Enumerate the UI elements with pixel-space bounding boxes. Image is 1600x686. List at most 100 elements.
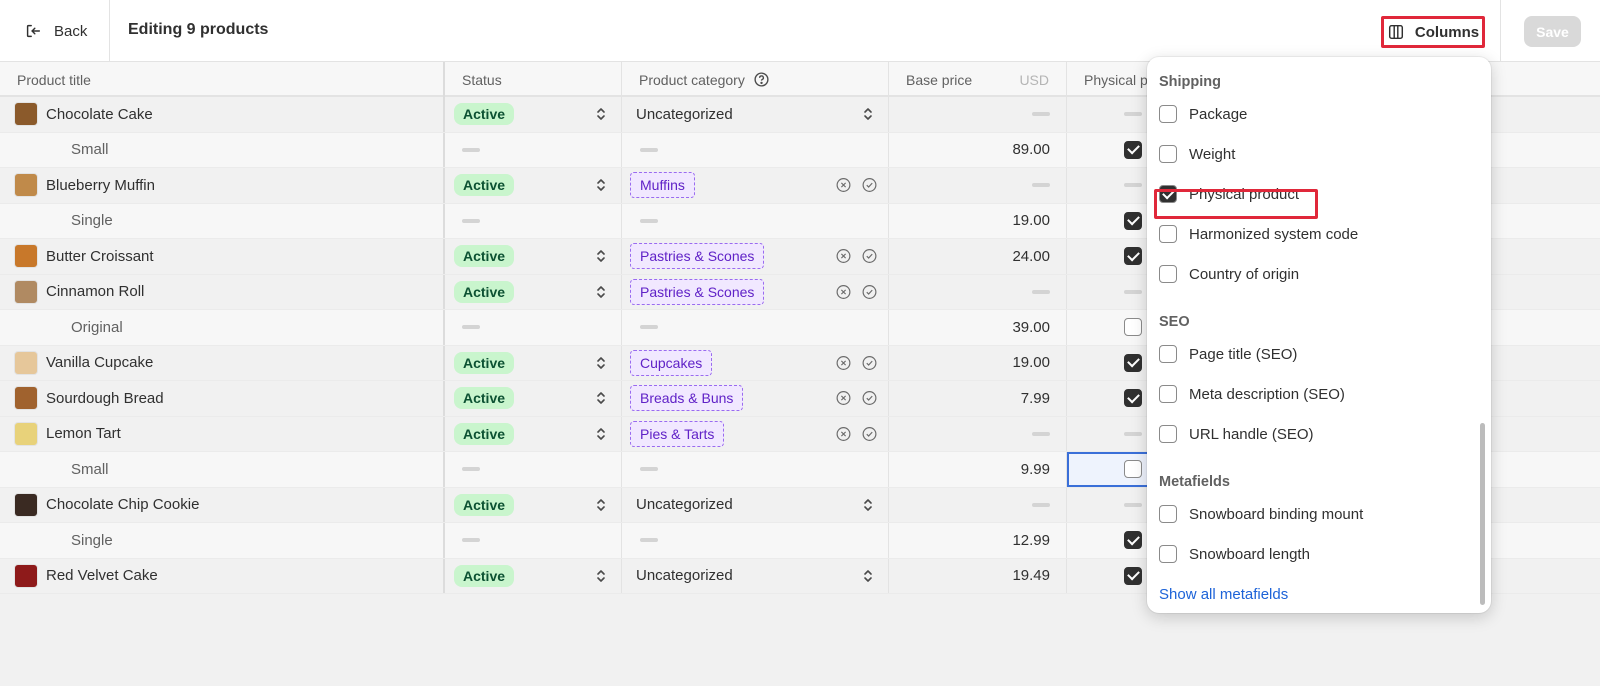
category-cell[interactable]: Muffins [622, 168, 889, 203]
base-price-cell[interactable]: 89.00 [889, 132, 1067, 167]
base-price-cell[interactable] [889, 97, 1067, 132]
column-checkbox[interactable] [1159, 505, 1177, 523]
physical-product-checkbox[interactable] [1124, 531, 1142, 550]
help-icon[interactable] [753, 71, 770, 88]
column-checkbox[interactable] [1159, 545, 1177, 563]
status-cell[interactable] [445, 310, 622, 345]
physical-product-checkbox[interactable] [1124, 211, 1142, 230]
product-title-cell[interactable]: Original [0, 310, 445, 345]
product-title-cell[interactable]: Chocolate Cake [0, 97, 445, 132]
category-cell[interactable]: Pies & Tarts [622, 416, 889, 451]
base-price-cell[interactable]: 9.99 [889, 452, 1067, 487]
popover-scrollbar[interactable] [1480, 423, 1485, 605]
category-cell[interactable]: Pastries & Scones [622, 239, 889, 274]
header-base-price[interactable]: Base price USD [889, 62, 1067, 97]
product-title-cell[interactable]: Vanilla Cupcake [0, 345, 445, 380]
product-title-cell[interactable]: Butter Croissant [0, 239, 445, 274]
clear-suggestion-icon[interactable] [835, 248, 852, 265]
physical-product-checkbox[interactable] [1124, 566, 1142, 585]
status-cell[interactable]: Active [445, 97, 622, 132]
product-title-cell[interactable]: Sourdough Bread [0, 381, 445, 416]
product-title-cell[interactable]: Small [0, 452, 445, 487]
product-title-cell[interactable]: Single [0, 203, 445, 238]
status-cell[interactable] [445, 523, 622, 558]
columns-button[interactable]: Columns [1381, 16, 1485, 48]
physical-product-checkbox[interactable] [1124, 140, 1142, 159]
base-price-cell[interactable]: 12.99 [889, 523, 1067, 558]
column-option[interactable]: Page title (SEO) [1159, 342, 1297, 366]
base-price-cell[interactable] [889, 168, 1067, 203]
status-cell[interactable]: Active [445, 345, 622, 380]
column-option[interactable]: Country of origin [1159, 262, 1299, 286]
product-title-cell[interactable]: Single [0, 523, 445, 558]
column-checkbox[interactable] [1159, 425, 1177, 443]
base-price-cell[interactable]: 19.00 [889, 203, 1067, 238]
category-cell[interactable] [622, 203, 889, 238]
accept-suggestion-icon[interactable] [861, 425, 878, 442]
column-option[interactable]: Snowboard length [1159, 542, 1310, 566]
header-product-category[interactable]: Product category [622, 62, 889, 97]
category-cell[interactable] [622, 310, 889, 345]
clear-suggestion-icon[interactable] [835, 425, 852, 442]
status-cell[interactable] [445, 203, 622, 238]
base-price-cell[interactable]: 7.99 [889, 381, 1067, 416]
column-checkbox[interactable] [1159, 225, 1177, 243]
product-title-cell[interactable]: Lemon Tart [0, 416, 445, 451]
product-title-cell[interactable]: Chocolate Chip Cookie [0, 487, 445, 522]
column-checkbox[interactable] [1159, 385, 1177, 403]
accept-suggestion-icon[interactable] [861, 390, 878, 407]
clear-suggestion-icon[interactable] [835, 354, 852, 371]
column-checkbox[interactable] [1159, 345, 1177, 363]
product-title-cell[interactable]: Cinnamon Roll [0, 274, 445, 309]
column-option[interactable]: Harmonized system code [1159, 222, 1358, 246]
category-cell[interactable]: Uncategorized [622, 487, 889, 522]
clear-suggestion-icon[interactable] [835, 390, 852, 407]
column-option[interactable]: Snowboard binding mount [1159, 502, 1363, 526]
accept-suggestion-icon[interactable] [861, 177, 878, 194]
back-button[interactable]: Back [0, 0, 110, 62]
category-suggestion-tag[interactable]: Pastries & Scones [630, 278, 765, 305]
category-suggestion-tag[interactable]: Pies & Tarts [630, 420, 725, 447]
status-cell[interactable]: Active [445, 239, 622, 274]
column-checkbox[interactable] [1159, 145, 1177, 163]
status-cell[interactable]: Active [445, 558, 622, 593]
category-suggestion-tag[interactable]: Pastries & Scones [630, 243, 765, 270]
base-price-cell[interactable]: 19.00 [889, 345, 1067, 380]
accept-suggestion-icon[interactable] [861, 248, 878, 265]
column-option[interactable]: Physical product [1159, 182, 1299, 206]
save-button[interactable]: Save [1524, 16, 1581, 47]
category-cell[interactable]: Cupcakes [622, 345, 889, 380]
column-option[interactable]: URL handle (SEO) [1159, 422, 1314, 446]
category-suggestion-tag[interactable]: Muffins [630, 172, 695, 199]
status-cell[interactable]: Active [445, 381, 622, 416]
column-option[interactable]: Package [1159, 102, 1247, 126]
base-price-cell[interactable]: 24.00 [889, 239, 1067, 274]
category-cell[interactable]: Pastries & Scones [622, 274, 889, 309]
header-status[interactable]: Status [445, 62, 622, 97]
physical-product-checkbox[interactable] [1124, 460, 1142, 479]
base-price-cell[interactable] [889, 416, 1067, 451]
status-cell[interactable] [445, 452, 622, 487]
category-cell[interactable]: Breads & Buns [622, 381, 889, 416]
base-price-cell[interactable]: 19.49 [889, 558, 1067, 593]
header-product-title[interactable]: Product title [0, 62, 445, 97]
product-title-cell[interactable]: Red Velvet Cake [0, 558, 445, 593]
physical-product-checkbox[interactable] [1124, 353, 1142, 372]
column-option[interactable]: Weight [1159, 142, 1235, 166]
category-cell[interactable] [622, 132, 889, 167]
status-cell[interactable]: Active [445, 416, 622, 451]
category-cell[interactable] [622, 523, 889, 558]
product-title-cell[interactable]: Small [0, 132, 445, 167]
base-price-cell[interactable]: 39.00 [889, 310, 1067, 345]
clear-suggestion-icon[interactable] [835, 177, 852, 194]
column-option[interactable]: Meta description (SEO) [1159, 382, 1345, 406]
column-checkbox[interactable] [1159, 265, 1177, 283]
product-title-cell[interactable]: Blueberry Muffin [0, 168, 445, 203]
physical-product-checkbox[interactable] [1124, 247, 1142, 266]
clear-suggestion-icon[interactable] [835, 283, 852, 300]
physical-product-checkbox[interactable] [1124, 318, 1142, 337]
category-suggestion-tag[interactable]: Breads & Buns [630, 385, 744, 412]
column-checkbox[interactable] [1159, 105, 1177, 123]
status-cell[interactable]: Active [445, 168, 622, 203]
show-all-metafields-link[interactable]: Show all metafields [1159, 586, 1288, 603]
